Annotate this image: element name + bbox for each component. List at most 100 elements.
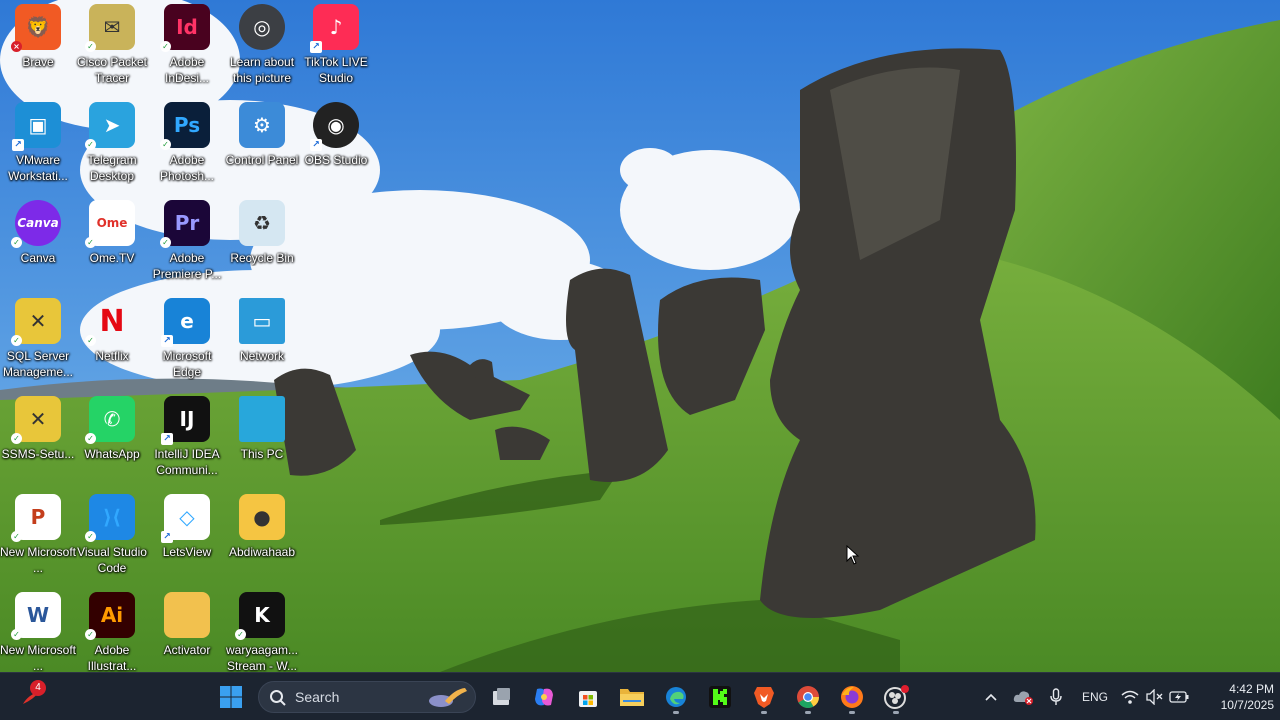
battery-charging-icon (1169, 691, 1189, 703)
desktop-icon-illustrator[interactable]: Ai ✓ Adobe Illustrat... (74, 588, 150, 684)
desktop-icon-indesign[interactable]: Id ✓ Adobe InDesi... (149, 0, 225, 96)
task-view-button[interactable] (483, 679, 519, 715)
sync-check-icon: ✓ (160, 41, 171, 52)
desktop-icon-vmware[interactable]: ▣ ↗ VMware Workstati... (0, 98, 76, 194)
chrome-taskbar-button[interactable] (790, 679, 826, 715)
desktop-icon-sqlserver[interactable]: ✕ ✓ SQL Server Manageme... (0, 294, 76, 390)
icon-glyph-text: ⚙ (253, 113, 271, 137)
shortcut-arrow-icon: ↗ (310, 41, 322, 53)
desktop-icon-ometv[interactable]: Ome ✓ Ome.TV (74, 196, 150, 292)
desktop-icon-label: Activator (163, 643, 211, 657)
icon-glyph-text: ◉ (327, 113, 345, 137)
desktop-icon-letsview[interactable]: ◇ ↗ LetsView (149, 490, 225, 586)
firefox-icon (841, 686, 863, 708)
desktop-icon-label: WhatsApp (84, 447, 140, 461)
icon-glyph-text: ✉ (103, 15, 121, 39)
obs-taskbar-button[interactable] (878, 679, 914, 715)
desktop-icon-cisco[interactable]: ✉ ✓ Cisco Packet Tracer (74, 0, 150, 96)
letsview-icon: ◇ ↗ (161, 494, 210, 543)
desktop-icon-newppt[interactable]: P ✓ New Microsoft ... (0, 490, 76, 586)
kick-icon: K ✓ (235, 592, 285, 640)
word-file-icon: W ✓ (11, 592, 61, 640)
taskbar-search-box[interactable]: Search (258, 681, 476, 713)
recycle-bin-icon: ♻ (239, 200, 285, 246)
icon-glyph-text: N (99, 303, 125, 339)
network-icon: ▭ (239, 298, 285, 344)
desktop-icon-label: Visual Studio Code (77, 545, 147, 575)
desktop-icon-intellij[interactable]: IJ ↗ IntelliJ IDEA Communi... (149, 392, 225, 488)
icon-glyph-text: Ome (96, 216, 128, 230)
microsoft-store-button[interactable] (570, 679, 606, 715)
shortcut-arrow-icon: ↗ (12, 139, 24, 151)
desktop-icon-tiktok[interactable]: ♪ ↗ TikTok LIVE Studio (298, 0, 374, 96)
intellij-icon: IJ ↗ (161, 396, 210, 445)
icon-glyph-text: P (30, 505, 46, 529)
input-language-button[interactable]: ENG (1076, 679, 1114, 715)
sync-check-icon: ✓ (11, 237, 22, 248)
search-placeholder: Search (295, 689, 340, 705)
icon-glyph-text: 🦁 (25, 15, 51, 39)
sync-check-icon: ✓ (160, 237, 171, 248)
sync-check-icon: ✓ (235, 629, 246, 640)
desktop-icon-learn[interactable]: ◎ Learn about this picture (224, 0, 300, 96)
user-folder-icon: ● (239, 494, 285, 540)
desktop-icon-photoshop[interactable]: Ps ✓ Adobe Photosh... (149, 98, 225, 194)
file-explorer-button[interactable] (614, 679, 650, 715)
clock-date: 10/7/2025 (1220, 698, 1274, 712)
volume-muted-icon (1146, 689, 1163, 705)
kick-taskbar-button[interactable] (702, 679, 738, 715)
desktop-icon-obs[interactable]: ◉ ↗ OBS Studio (298, 98, 374, 194)
desktop-icon-label: Recycle Bin (230, 251, 294, 265)
desktop-icon-label: Adobe Photosh... (159, 153, 215, 183)
system-clock[interactable]: 4:42 PM 10/7/2025 (1198, 681, 1274, 713)
desktop-icon-waryaagam[interactable]: K ✓ waryaagam... Stream - W... (224, 588, 300, 684)
cloud-sync-tray[interactable] (1008, 679, 1038, 715)
folder-icon (164, 592, 210, 638)
start-button[interactable] (213, 679, 249, 715)
desktop-icon-recycle[interactable]: ♻ Recycle Bin (224, 196, 300, 292)
desktop-icon-grid: 🦁 × Brave ✉ ✓ Cisco Packet Tracer Id ✓ Adobe InD… (0, 0, 1280, 673)
icon-glyph-text: ✕ (29, 407, 47, 431)
chevron-up-icon (985, 693, 997, 701)
monitor-icon (239, 396, 285, 442)
microphone-icon (1050, 688, 1062, 705)
desktop-icon-newword[interactable]: W ✓ New Microsoft ... (0, 588, 76, 684)
icon-glyph-text: ♪ (329, 15, 343, 39)
desktop-icon-label: waryaagam... Stream - W... (225, 643, 299, 673)
icon-glyph-text: ▭ (252, 309, 272, 333)
desktop-icon-brave[interactable]: 🦁 × Brave (0, 0, 76, 96)
obs-icon (884, 685, 909, 709)
desktop-icon-ssms[interactable]: ✕ ✓ SSMS-Setu... (0, 392, 76, 488)
desktop-icon-label: Adobe InDesi... (164, 55, 209, 85)
desktop-icon-netflix[interactable]: N ✓ Netflix (74, 294, 150, 390)
icon-glyph-text: Ai (100, 603, 124, 627)
wifi-icon (1121, 690, 1139, 704)
microphone-tray[interactable] (1042, 679, 1070, 715)
brave-taskbar-button[interactable] (746, 679, 782, 715)
firefox-taskbar-button[interactable] (834, 679, 870, 715)
desktop-icon-vscode[interactable]: ⟩⟨ ✓ Visual Studio Code (74, 490, 150, 586)
cloud-error-icon (1013, 691, 1033, 705)
desktop-icon-premiere[interactable]: Pr ✓ Adobe Premiere P... (149, 196, 225, 292)
desktop-icon-whatsapp[interactable]: ✆ ✓ WhatsApp (74, 392, 150, 488)
desktop-icon-edge[interactable]: e ↗ Microsoft Edge (149, 294, 225, 390)
desktop-icon-label: Cisco Packet Tracer (76, 55, 148, 85)
desktop-icon-activator[interactable]: Activator (149, 588, 225, 684)
quick-settings-button[interactable] (1118, 679, 1192, 715)
desktop-icon-thispc[interactable]: This PC (224, 392, 300, 488)
ssms-setup-icon: ✕ ✓ (11, 396, 61, 444)
desktop-icon-label: Ome.TV (89, 251, 135, 265)
show-hidden-icons-button[interactable] (976, 679, 1006, 715)
desktop-icon-network[interactable]: ▭ Network (224, 294, 300, 390)
sync-check-icon: ✓ (11, 629, 22, 640)
desktop-icon-telegram[interactable]: ➤ ✓ Telegram Desktop (74, 98, 150, 194)
chrome-icon (797, 686, 819, 708)
edge-taskbar-button[interactable] (658, 679, 694, 715)
desktop-icon-abdiwahaab[interactable]: ● Abdiwahaab (224, 490, 300, 586)
copilot-button[interactable] (526, 679, 562, 715)
desktop-icon-control[interactable]: ⚙ Control Panel (224, 98, 300, 194)
desktop-icon-canva[interactable]: Canva ✓ Canva (0, 196, 76, 292)
desktop-icon-label: Adobe Premiere P... (152, 251, 222, 281)
icon-glyph-text: ✆ (103, 407, 121, 431)
icon-glyph-text: ✕ (29, 309, 47, 333)
